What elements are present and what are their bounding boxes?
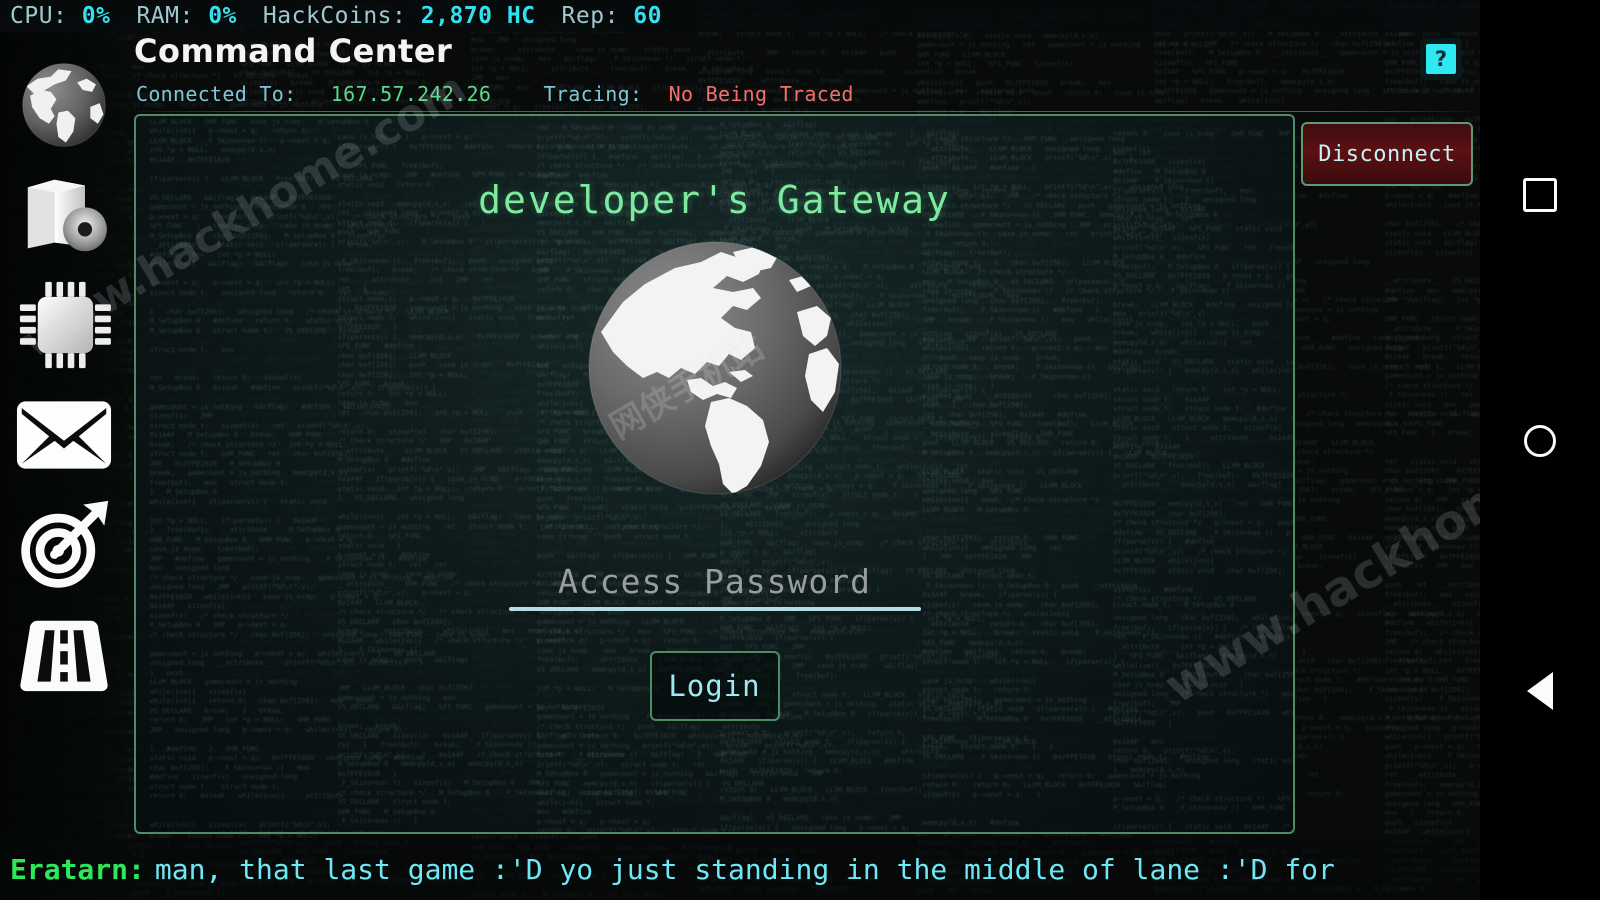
help-icon[interactable]: ? (1426, 44, 1456, 74)
status-value-ram: 0% (208, 3, 237, 29)
header: Command Center Connected To: 167.57.242.… (128, 30, 1480, 112)
status-value-hackcoins: 2,870 HC (421, 3, 536, 29)
home-circle-icon[interactable] (1524, 425, 1556, 457)
password-input[interactable] (509, 562, 921, 601)
status-item-hackcoins: HackCoins: 2,870 HC (263, 3, 536, 29)
status-label-cpu: CPU: (10, 3, 67, 29)
sidebar-item-network-map[interactable] (15, 600, 113, 710)
target-arrow-icon (16, 497, 112, 593)
chat-message: man, that last game :'D yo just standing… (155, 853, 1335, 886)
cpu-chip-icon (17, 280, 111, 370)
software-box-disc-icon (16, 174, 112, 256)
disconnect-button[interactable]: Disconnect (1301, 122, 1473, 186)
status-item-cpu: CPU: 0% (10, 3, 110, 29)
connection-info: Connected To: 167.57.242.26 Tracing: No … (136, 82, 854, 106)
header-divider (128, 111, 1480, 112)
chat-username: Eratarn (10, 853, 128, 886)
login-button[interactable]: Login (650, 651, 780, 721)
sidebar-item-world[interactable] (15, 50, 113, 160)
status-value-cpu: 0% (82, 3, 111, 29)
password-field-wrap (509, 562, 921, 611)
back-triangle-icon[interactable] (1527, 672, 1553, 710)
status-item-rep: Rep: 60 (562, 3, 662, 29)
terminal-panel: LLVM_BLOCK GHR_FUNC case js_ncmp: M_Setu… (134, 114, 1295, 834)
sidebar-item-mail[interactable] (15, 380, 113, 490)
tracing-label: Tracing: (544, 82, 643, 106)
sidebar-item-hardware[interactable] (15, 270, 113, 380)
status-item-ram: RAM: 0% (136, 3, 236, 29)
status-label-ram: RAM: (136, 3, 193, 29)
globe-3d-icon (583, 236, 847, 500)
page-title: Command Center (134, 32, 452, 70)
gateway-title: developer's Gateway (478, 178, 951, 222)
sidebar-item-software[interactable] (15, 160, 113, 270)
status-bar: CPU: 0% RAM: 0% HackCoins: 2,870 HC Rep:… (0, 0, 1480, 32)
connected-to-label: Connected To: (136, 82, 296, 106)
android-nav-bar (1480, 0, 1600, 900)
envelope-icon (16, 400, 112, 470)
password-underline (509, 607, 921, 611)
status-value-rep: 60 (633, 3, 662, 29)
tracing-status: No Being Traced (669, 82, 854, 106)
road-icon (16, 617, 112, 693)
globe-icon (17, 58, 111, 152)
sidebar-item-missions[interactable] (15, 490, 113, 600)
app-window: CPU: 0% RAM: 0% HackCoins: 2,870 HC Rep:… (0, 0, 1480, 900)
chat-bar[interactable]: Eratarn : man, that last game :'D yo jus… (0, 838, 1480, 900)
status-label-hackcoins: HackCoins: (263, 3, 406, 29)
recents-square-icon[interactable] (1523, 178, 1557, 212)
status-label-rep: Rep: (562, 3, 619, 29)
connected-to-ip: 167.57.242.26 (331, 82, 491, 106)
chat-separator: : (128, 853, 145, 886)
sidebar-rail (0, 32, 128, 900)
